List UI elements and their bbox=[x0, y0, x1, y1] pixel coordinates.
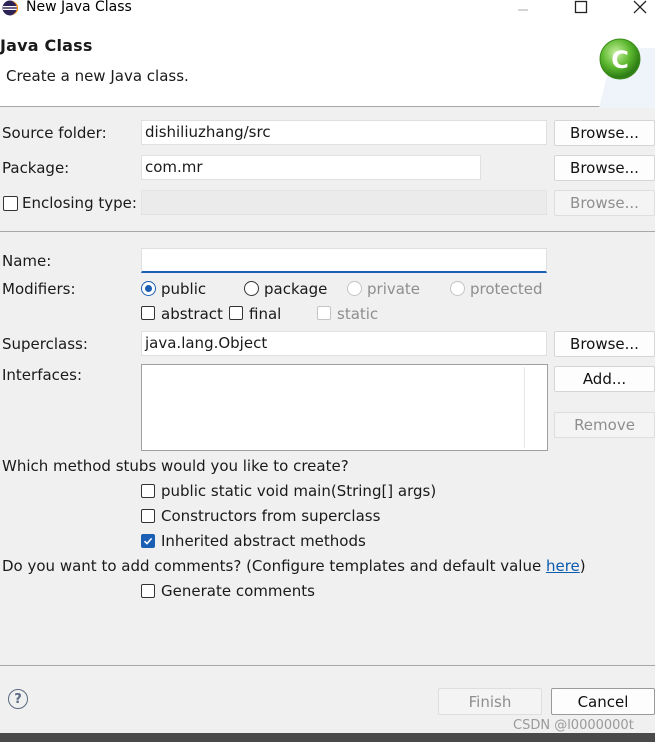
comments-question: Do you want to add comments? (Configure … bbox=[2, 557, 586, 575]
superclass-field[interactable]: java.lang.Object bbox=[141, 331, 547, 356]
watermark: CSDN @l0000000t bbox=[513, 718, 634, 733]
close-button[interactable] bbox=[625, 0, 655, 18]
package-browse-button[interactable]: Browse... bbox=[554, 155, 655, 181]
footer-separator bbox=[0, 665, 655, 666]
interfaces-list-scrollbar-divider bbox=[524, 367, 525, 448]
source-folder-label: Source folder: bbox=[2, 124, 107, 142]
inherited-abstract-checkbox[interactable] bbox=[141, 534, 155, 548]
add-interface-button[interactable]: Add... bbox=[554, 366, 655, 392]
abstract-checkbox[interactable] bbox=[141, 306, 155, 320]
modifiers-label: Modifiers: bbox=[2, 280, 76, 298]
public-radio[interactable] bbox=[141, 281, 156, 296]
package-label: Package: bbox=[2, 159, 70, 177]
inherited-abstract-label: Inherited abstract methods bbox=[161, 532, 366, 550]
private-radio bbox=[347, 281, 362, 296]
page-subtitle: Create a new Java class. bbox=[6, 67, 189, 85]
window-title: New Java Class bbox=[26, 0, 132, 15]
svg-text:C: C bbox=[611, 46, 629, 74]
source-folder-browse-button[interactable]: Browse... bbox=[554, 120, 655, 146]
minimize-icon bbox=[518, 9, 528, 11]
constructors-label: Constructors from superclass bbox=[161, 507, 381, 525]
enclosing-type-label: Enclosing type: bbox=[22, 194, 137, 212]
help-button[interactable]: ? bbox=[8, 689, 28, 709]
remove-interface-button: Remove bbox=[554, 412, 655, 438]
new-class-icon: C bbox=[599, 38, 655, 108]
bottom-edge bbox=[0, 733, 655, 742]
protected-radio-label: protected bbox=[470, 280, 543, 298]
enclosing-type-browse-button: Browse... bbox=[554, 190, 655, 216]
method-stubs-question: Which method stubs would you like to cre… bbox=[2, 457, 349, 475]
package-radio[interactable] bbox=[244, 281, 259, 296]
static-checkbox bbox=[317, 306, 331, 320]
cancel-button[interactable]: Cancel bbox=[551, 688, 655, 715]
maximize-button[interactable] bbox=[566, 0, 596, 18]
superclass-browse-button[interactable]: Browse... bbox=[554, 331, 655, 357]
superclass-label: Superclass: bbox=[2, 335, 88, 353]
public-radio-label: public bbox=[161, 280, 207, 298]
generate-comments-checkbox[interactable] bbox=[141, 584, 155, 598]
main-method-checkbox[interactable] bbox=[141, 484, 155, 498]
interfaces-list[interactable] bbox=[141, 364, 548, 451]
constructors-checkbox[interactable] bbox=[141, 509, 155, 523]
separator bbox=[0, 231, 655, 232]
minimize-button[interactable] bbox=[508, 0, 538, 18]
help-icon: ? bbox=[14, 691, 22, 707]
main-method-label: public static void main(String[] args) bbox=[161, 482, 437, 500]
package-radio-label: package bbox=[264, 280, 328, 298]
source-folder-field[interactable]: dishiliuzhang/src bbox=[141, 120, 547, 145]
enclosing-type-field bbox=[141, 190, 547, 215]
checkmark-icon bbox=[143, 537, 153, 545]
abstract-checkbox-label: abstract bbox=[161, 305, 223, 323]
comments-question-suffix: ) bbox=[579, 557, 586, 575]
protected-radio bbox=[450, 281, 465, 296]
configure-templates-link[interactable]: here bbox=[546, 557, 580, 575]
name-label: Name: bbox=[2, 252, 52, 270]
final-checkbox[interactable] bbox=[229, 306, 243, 320]
final-checkbox-label: final bbox=[249, 305, 282, 323]
private-radio-label: private bbox=[367, 280, 421, 298]
generate-comments-label: Generate comments bbox=[161, 582, 315, 600]
static-checkbox-label: static bbox=[337, 305, 379, 323]
package-field[interactable]: com.mr bbox=[141, 155, 481, 180]
interfaces-label: Interfaces: bbox=[2, 366, 83, 384]
maximize-icon bbox=[574, 0, 588, 14]
close-icon bbox=[633, 0, 647, 14]
eclipse-app-icon bbox=[2, 0, 18, 16]
enclosing-type-checkbox[interactable] bbox=[3, 196, 18, 211]
comments-question-text: Do you want to add comments? (Configure … bbox=[2, 557, 546, 575]
wizard-header: Java Class Create a new Java class. C bbox=[0, 18, 655, 108]
name-field[interactable] bbox=[141, 248, 547, 273]
page-title: Java Class bbox=[0, 36, 93, 55]
finish-button: Finish bbox=[438, 688, 542, 715]
